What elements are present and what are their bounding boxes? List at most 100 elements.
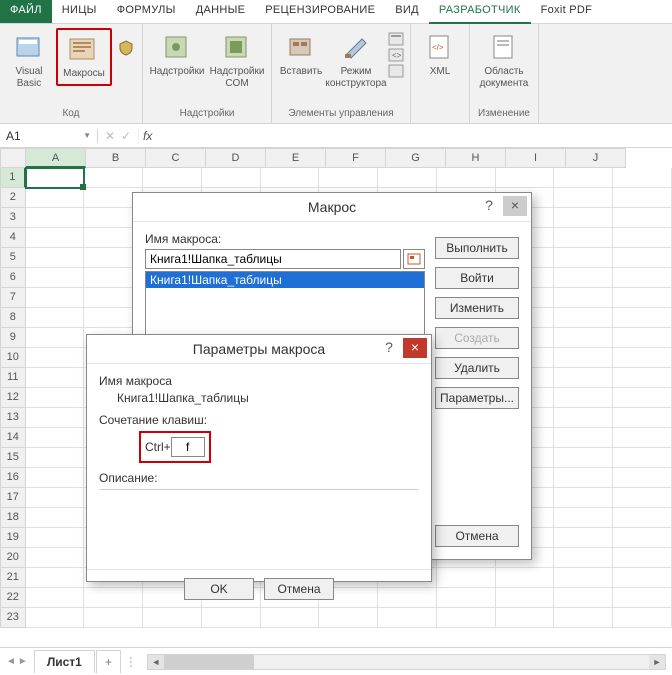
row-header[interactable]: 8: [0, 308, 26, 328]
cell[interactable]: [554, 408, 613, 428]
cell[interactable]: [613, 388, 672, 408]
tab-formulas[interactable]: ФОРМУЛЫ: [107, 0, 186, 23]
cell[interactable]: [26, 308, 85, 328]
cell[interactable]: [554, 228, 613, 248]
row-header[interactable]: 2: [0, 188, 26, 208]
new-sheet-button[interactable]: +: [96, 650, 121, 673]
tab-review[interactable]: РЕЦЕНЗИРОВАНИЕ: [255, 0, 385, 23]
com-addins-button[interactable]: Надстройки COM: [209, 28, 265, 94]
scroll-right-icon[interactable]: ►: [649, 655, 665, 669]
cell[interactable]: [613, 408, 672, 428]
cell[interactable]: [554, 248, 613, 268]
row-header[interactable]: 12: [0, 388, 26, 408]
macro-name-input[interactable]: [145, 249, 401, 269]
cell[interactable]: [613, 488, 672, 508]
edit-button[interactable]: Изменить: [435, 297, 519, 319]
design-mode-button[interactable]: Режим конструктора: [328, 28, 384, 94]
cell[interactable]: [26, 588, 85, 608]
row-header[interactable]: 16: [0, 468, 26, 488]
delete-button[interactable]: Удалить: [435, 357, 519, 379]
cell[interactable]: [554, 368, 613, 388]
cell[interactable]: [613, 348, 672, 368]
cell[interactable]: [554, 448, 613, 468]
cell[interactable]: [26, 328, 85, 348]
cell[interactable]: [613, 288, 672, 308]
cell[interactable]: [26, 508, 85, 528]
cell[interactable]: [554, 588, 613, 608]
cell[interactable]: [84, 168, 143, 188]
row-header[interactable]: 4: [0, 228, 26, 248]
col-header[interactable]: H: [446, 148, 506, 168]
options-button[interactable]: Параметры...: [435, 387, 519, 409]
row-header[interactable]: 13: [0, 408, 26, 428]
step-into-button[interactable]: Войти: [435, 267, 519, 289]
chevron-down-icon[interactable]: ▼: [83, 131, 91, 140]
cell[interactable]: [319, 608, 378, 628]
view-code-icon[interactable]: <>: [388, 48, 404, 62]
cell[interactable]: [554, 168, 613, 188]
cell[interactable]: [378, 608, 437, 628]
help-icon[interactable]: ?: [379, 339, 399, 355]
col-header[interactable]: J: [566, 148, 626, 168]
cell[interactable]: [437, 168, 496, 188]
cell[interactable]: [437, 608, 496, 628]
col-header[interactable]: D: [206, 148, 266, 168]
row-header[interactable]: 18: [0, 508, 26, 528]
reference-picker-icon[interactable]: [403, 249, 425, 269]
cell[interactable]: [613, 428, 672, 448]
cell[interactable]: [496, 568, 555, 588]
cell[interactable]: [613, 168, 672, 188]
tab-foxit[interactable]: Foxit PDF: [531, 0, 603, 23]
cell[interactable]: [554, 468, 613, 488]
col-header[interactable]: F: [326, 148, 386, 168]
row-header[interactable]: 10: [0, 348, 26, 368]
cell[interactable]: [554, 268, 613, 288]
col-header[interactable]: A: [26, 148, 86, 168]
cell[interactable]: [26, 348, 85, 368]
cell[interactable]: [554, 208, 613, 228]
macro-security-button[interactable]: [116, 28, 136, 68]
cell[interactable]: [26, 168, 85, 188]
cell[interactable]: [26, 188, 85, 208]
cell[interactable]: [26, 408, 85, 428]
cell[interactable]: [437, 588, 496, 608]
row-header[interactable]: 7: [0, 288, 26, 308]
close-icon[interactable]: ×: [503, 196, 527, 216]
cell[interactable]: [84, 608, 143, 628]
row-header[interactable]: 5: [0, 248, 26, 268]
cell[interactable]: [26, 568, 85, 588]
scroll-thumb[interactable]: [164, 655, 254, 669]
cell[interactable]: [26, 368, 85, 388]
row-header[interactable]: 14: [0, 428, 26, 448]
row-header[interactable]: 6: [0, 268, 26, 288]
cell[interactable]: [554, 428, 613, 448]
cell[interactable]: [613, 308, 672, 328]
cell[interactable]: [613, 528, 672, 548]
row-header[interactable]: 15: [0, 448, 26, 468]
cell[interactable]: [613, 188, 672, 208]
cell[interactable]: [554, 548, 613, 568]
row-header[interactable]: 1: [0, 168, 26, 188]
cell[interactable]: [554, 388, 613, 408]
select-all-corner[interactable]: [0, 148, 26, 168]
row-header[interactable]: 21: [0, 568, 26, 588]
cell[interactable]: [143, 608, 202, 628]
visual-basic-button[interactable]: Visual Basic: [6, 28, 52, 94]
row-header[interactable]: 9: [0, 328, 26, 348]
row-header[interactable]: 20: [0, 548, 26, 568]
cell[interactable]: [496, 588, 555, 608]
cell[interactable]: [26, 548, 85, 568]
cell[interactable]: [26, 608, 85, 628]
cell[interactable]: [26, 428, 85, 448]
tab-developer[interactable]: РАЗРАБОТЧИК: [429, 0, 531, 24]
cell[interactable]: [26, 228, 85, 248]
tab-view[interactable]: ВИД: [385, 0, 429, 23]
fx-label[interactable]: fx: [138, 129, 156, 143]
cell[interactable]: [613, 608, 672, 628]
cell[interactable]: [261, 608, 320, 628]
properties-icon[interactable]: [388, 32, 404, 46]
cell[interactable]: [613, 468, 672, 488]
cell[interactable]: [26, 388, 85, 408]
cell[interactable]: [554, 488, 613, 508]
cell[interactable]: [26, 208, 85, 228]
